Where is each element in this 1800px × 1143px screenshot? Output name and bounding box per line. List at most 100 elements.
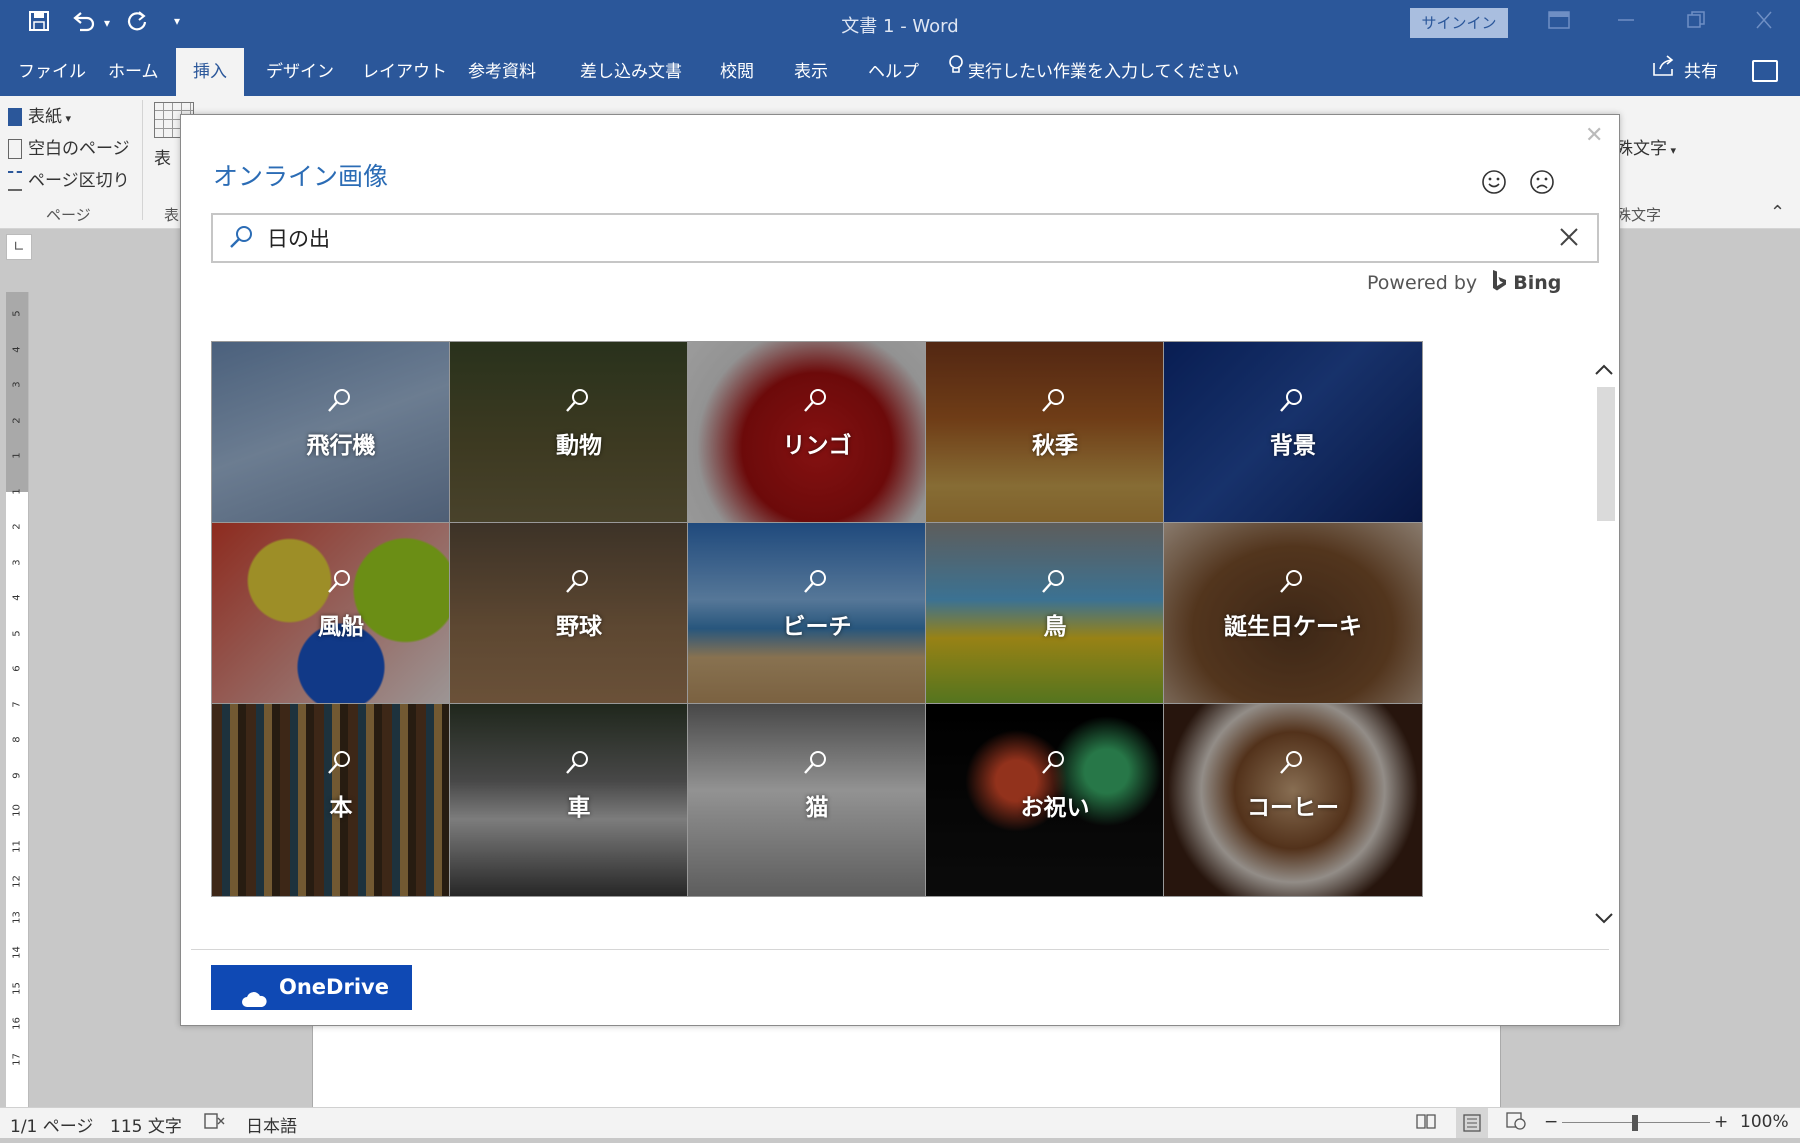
read-mode-icon[interactable] (1416, 1112, 1436, 1135)
cover-page-label: 表紙 (28, 107, 62, 127)
scrollbar-thumb[interactable] (1597, 387, 1615, 521)
search-icon (1038, 567, 1068, 597)
ruler-number: 5 (11, 310, 23, 317)
frown-feedback-icon[interactable] (1529, 169, 1555, 195)
category-tile[interactable]: 鳥 (925, 522, 1185, 716)
close-window-icon[interactable] (1754, 10, 1774, 34)
category-label: 秋季 (1032, 433, 1078, 459)
tab-layout[interactable]: レイアウト (362, 48, 447, 96)
word-count[interactable]: 115 文字 (110, 1112, 182, 1137)
category-tile[interactable]: ビーチ (687, 522, 947, 716)
zoom-in-icon[interactable]: + (1714, 1112, 1728, 1132)
status-bar: 1/1 ページ 115 文字 日本語 − + 100% (0, 1107, 1800, 1138)
category-label: 誕生日ケーキ (1224, 614, 1362, 640)
category-tile[interactable]: コーヒー (1163, 703, 1423, 897)
category-tile[interactable]: 秋季 (925, 341, 1185, 535)
category-tile[interactable]: リンゴ (687, 341, 947, 535)
scroll-down-icon[interactable] (1589, 903, 1619, 933)
page-count[interactable]: 1/1 ページ (10, 1112, 93, 1137)
category-label: リンゴ (782, 433, 852, 459)
ruler-number: 15 (11, 981, 23, 995)
tab-home[interactable]: ホーム (108, 48, 159, 96)
web-layout-icon[interactable] (1506, 1112, 1526, 1135)
symbols-partial[interactable]: 殊文字 ▾ (1616, 134, 1676, 159)
category-label: 飛行機 (306, 433, 376, 459)
page-break-button[interactable]: ページ区切り (8, 166, 130, 191)
ruler-number: 8 (11, 736, 23, 743)
category-label: 車 (567, 795, 591, 821)
search-icon[interactable] (227, 223, 255, 251)
print-layout-icon[interactable] (1456, 1108, 1488, 1138)
category-tile[interactable]: 背景 (1163, 341, 1423, 535)
chevron-down-icon: ▾ (1667, 144, 1677, 157)
ruler-number: 11 (11, 839, 23, 853)
tab-review[interactable]: 校閲 (720, 48, 754, 96)
category-label: 背景 (1270, 433, 1316, 459)
category-tile[interactable]: 動物 (449, 341, 709, 535)
category-label: コーヒー (1247, 795, 1339, 821)
title-bar: ▾ ▾ 文書 1 - Word サインイン (0, 0, 1800, 48)
ruler-number: 1 (11, 452, 23, 459)
minimize-icon[interactable] (1616, 10, 1636, 34)
tab-help[interactable]: ヘルプ (868, 48, 919, 96)
restore-icon[interactable] (1686, 10, 1706, 34)
search-icon (562, 567, 592, 597)
smile-feedback-icon[interactable] (1481, 169, 1507, 195)
zoom-level[interactable]: 100% (1740, 1112, 1789, 1132)
share-button[interactable]: 共有 (1652, 48, 1718, 96)
ruler-number: 6 (11, 665, 23, 672)
category-tile[interactable]: 車 (449, 703, 709, 897)
tell-me-search[interactable]: 実行したい作業を入力してください (948, 48, 1239, 96)
scroll-up-icon[interactable] (1589, 355, 1619, 385)
tab-references[interactable]: 参考資料 (468, 48, 536, 96)
zoom-slider-thumb[interactable] (1632, 1115, 1638, 1131)
table-group-label: 表 (164, 206, 180, 224)
category-tile[interactable]: お祝い (925, 703, 1185, 897)
ruler-number: 1 (11, 487, 23, 495)
category-tile[interactable]: 猫 (687, 703, 947, 897)
dialog-title: オンライン画像 (213, 162, 389, 191)
category-label: お祝い (1020, 795, 1090, 821)
search-input[interactable] (265, 221, 1519, 255)
ruler-number: 2 (11, 523, 23, 530)
page-break-icon (8, 171, 22, 191)
ruler-number: 4 (11, 594, 23, 601)
clear-search-icon[interactable] (1557, 225, 1581, 249)
proofing-icon[interactable] (204, 1112, 226, 1135)
tab-design[interactable]: デザイン (266, 48, 334, 96)
search-icon (800, 748, 830, 778)
search-box (211, 213, 1599, 263)
ruler-number: 17 (11, 1052, 23, 1066)
ruler-number: 5 (11, 629, 23, 637)
ruler-number: 3 (11, 381, 23, 388)
ribbon-tabs: ファイル ホーム 挿入 デザイン レイアウト 参考資料 差し込み文書 校閲 表示… (0, 48, 1800, 96)
tab-file[interactable]: ファイル (18, 48, 86, 96)
tab-view[interactable]: 表示 (794, 48, 828, 96)
ribbon-display-icon[interactable] (1548, 10, 1570, 34)
tab-mailings[interactable]: 差し込み文書 (580, 48, 682, 96)
collapse-ribbon-icon[interactable]: ⌃ (1770, 202, 1785, 223)
ruler-number: 10 (11, 804, 23, 817)
close-icon[interactable]: ✕ (1585, 123, 1603, 148)
category-grid: 飛行機 動物 リンゴ 秋季 背景風船 野球 ビーチ 鳥 誕生日ケーキ本 車 猫 お祝い コーヒー (211, 341, 1573, 1063)
language[interactable]: 日本語 (246, 1112, 297, 1137)
search-icon (1038, 748, 1068, 778)
blank-page-label: 空白のページ (28, 139, 130, 159)
onedrive-button[interactable]: OneDrive (211, 965, 412, 1010)
search-icon (1276, 567, 1306, 597)
category-tile[interactable]: 風船 (211, 522, 471, 716)
ruler-numbers: 5 4 3 2 1 1 2 3 4 5 6 7 8 9 10 11 12 13 14 15 16 17 (6, 292, 28, 1107)
powered-by-label: Powered by (1367, 272, 1478, 294)
zoom-out-icon[interactable]: − (1544, 1112, 1558, 1132)
cover-page-button[interactable]: 表紙 ▾ (8, 102, 71, 127)
category-tile[interactable]: 野球 (449, 522, 709, 716)
blank-page-button[interactable]: 空白のページ (8, 134, 130, 159)
comment-icon[interactable] (1752, 60, 1778, 82)
category-tile[interactable]: 本 (211, 703, 471, 897)
category-tile[interactable]: 誕生日ケーキ (1163, 522, 1423, 716)
tab-selector[interactable]: ∟ (6, 234, 32, 260)
category-tile[interactable]: 飛行機 (211, 341, 471, 535)
signin-button[interactable]: サインイン (1410, 8, 1508, 38)
tab-insert[interactable]: 挿入 (176, 48, 244, 96)
ruler-number: 16 (11, 1017, 23, 1030)
